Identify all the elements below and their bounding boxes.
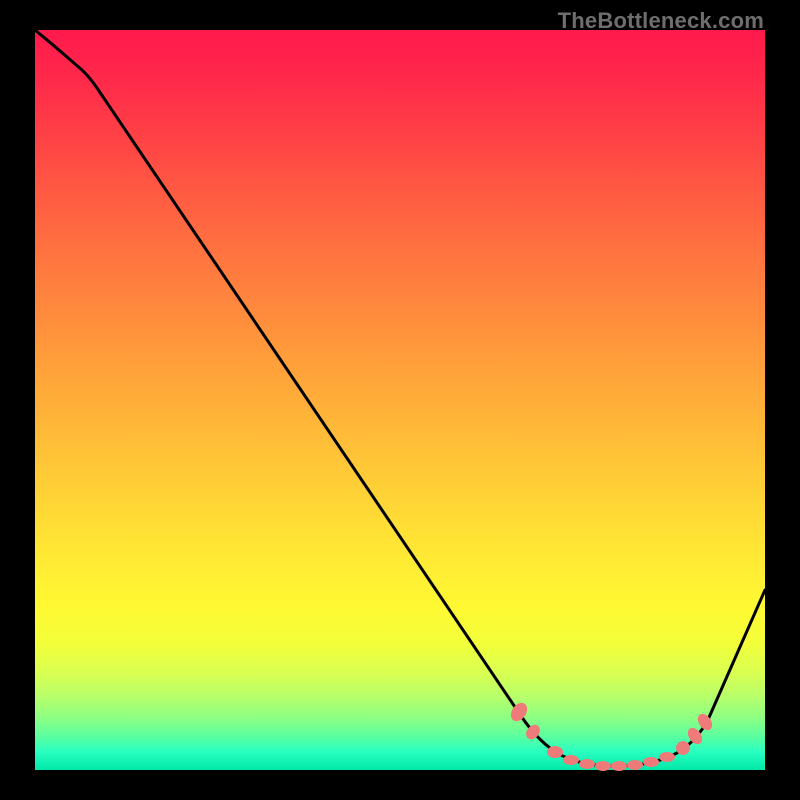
marker-dot [659, 752, 675, 762]
marker-dot [627, 760, 643, 770]
marker-dot [695, 711, 715, 733]
marker-dot [547, 746, 563, 758]
chart-frame [35, 30, 765, 770]
marker-dot [579, 759, 595, 769]
marker-dot [595, 761, 611, 771]
marker-dot [643, 757, 659, 767]
curve-line [35, 30, 765, 766]
marker-group [508, 700, 716, 771]
chart-svg [35, 30, 765, 770]
marker-dot [611, 761, 627, 771]
marker-dot [563, 755, 579, 765]
